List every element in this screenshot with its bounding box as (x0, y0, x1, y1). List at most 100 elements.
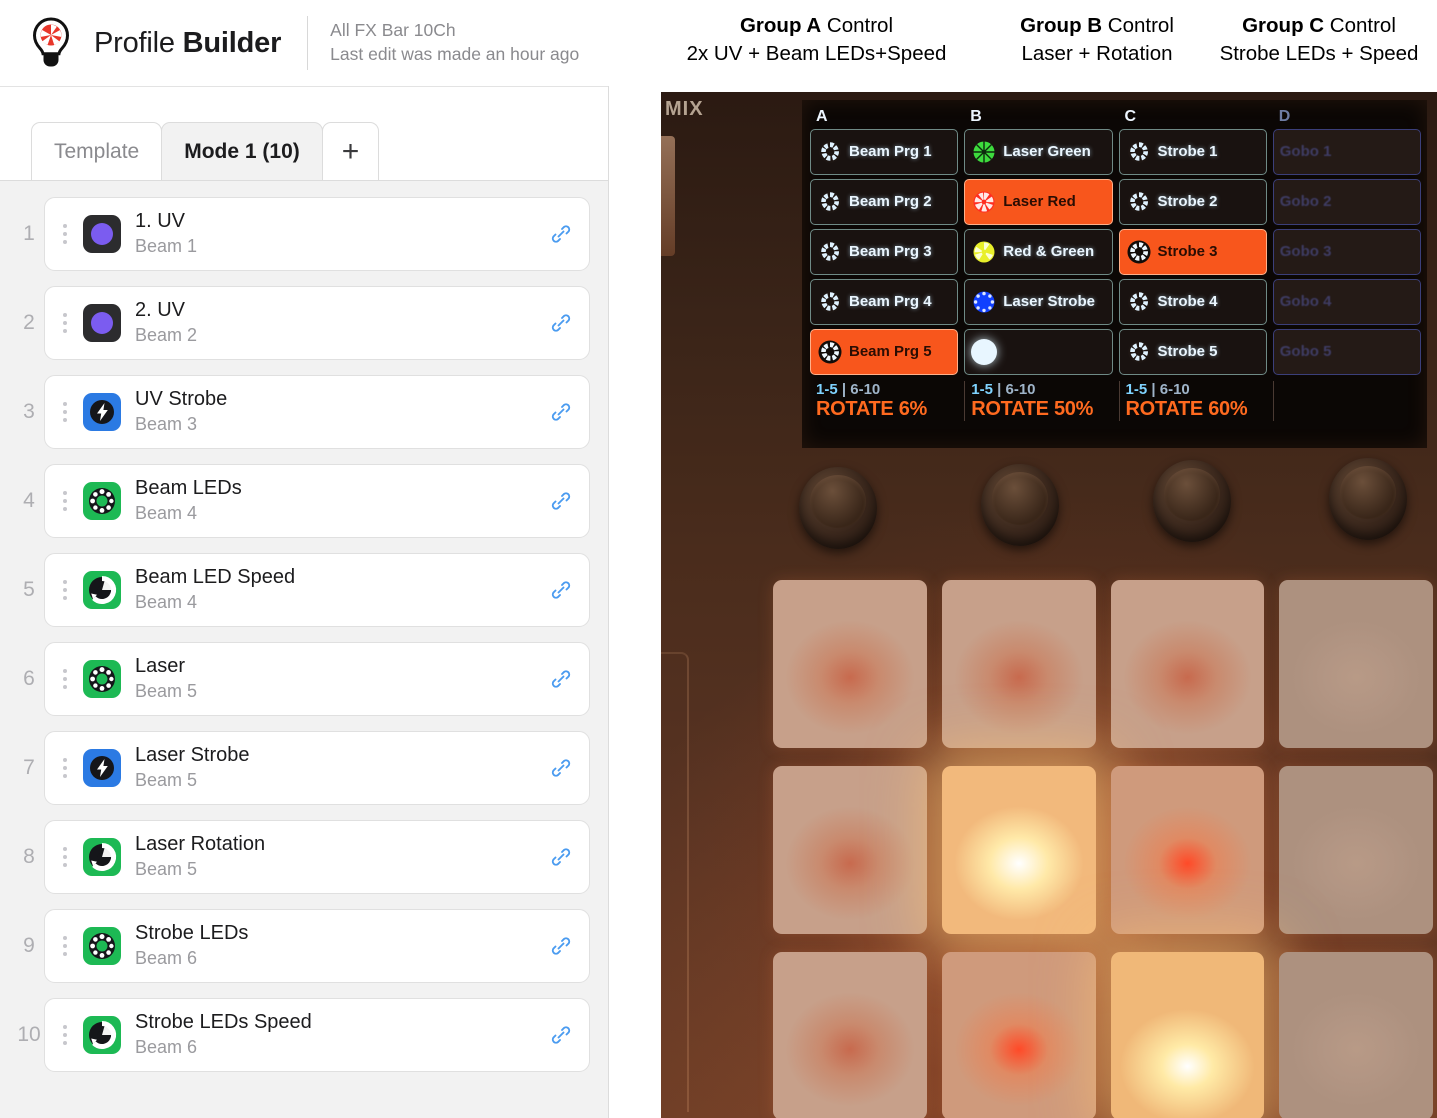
pad-r3c2[interactable] (941, 952, 1096, 1118)
table-row[interactable]: 9 Strobe LEDs Beam 6 (14, 909, 590, 983)
channel-card[interactable]: Beam LED Speed Beam 4 (44, 553, 590, 627)
drag-handle-icon[interactable] (57, 669, 73, 689)
link-icon[interactable] (549, 222, 573, 246)
drag-handle-icon[interactable] (57, 491, 73, 511)
pad-r2c1[interactable] (773, 766, 927, 934)
link-icon[interactable] (549, 311, 573, 335)
drag-handle-icon[interactable] (57, 313, 73, 333)
pad-r3c4[interactable] (1279, 952, 1433, 1118)
knob-1[interactable] (799, 467, 877, 549)
lcd-cell-d2[interactable]: Gobo 2 (1272, 179, 1421, 225)
drag-handle-icon[interactable] (57, 224, 73, 244)
lcd-label-d1: Gobo 1 (1279, 143, 1332, 161)
gobo-icon (819, 141, 841, 163)
drag-handle-icon[interactable] (57, 758, 73, 778)
last-edit-text: Last edit was made an hour ago (330, 44, 580, 64)
pad-r3c3[interactable] (1110, 952, 1265, 1118)
lcd-cell-c2[interactable]: Strobe 2 (1118, 179, 1267, 225)
lcd-cell-a2[interactable]: Beam Prg 2 (810, 179, 959, 225)
channel-card[interactable]: Beam LEDs Beam 4 (44, 464, 590, 538)
knob-3[interactable] (1153, 460, 1231, 542)
table-row[interactable]: 5 Beam LED Speed Beam 4 (14, 553, 590, 627)
pad-r1c2[interactable] (941, 580, 1096, 748)
lcd-cell-a4[interactable]: Beam Prg 4 (810, 279, 959, 325)
drag-handle-icon[interactable] (57, 1025, 73, 1045)
lcd-cell-a1[interactable]: Beam Prg 1 (810, 129, 959, 175)
table-row[interactable]: 3 UV Strobe Beam 3 (14, 375, 590, 449)
drag-handle-icon[interactable] (57, 402, 73, 422)
pad-r1c3[interactable] (1110, 580, 1265, 748)
table-row[interactable]: 2 2. UV Beam 2 (14, 286, 590, 360)
group-c-detail: Strobe LEDs + Speed (1219, 41, 1419, 65)
link-icon[interactable] (549, 756, 573, 780)
lcd-cell-b3[interactable]: Red & Green (964, 229, 1113, 275)
channel-card[interactable]: Strobe LEDs Speed Beam 6 (44, 998, 590, 1072)
lcd-label-b2: Laser Red (1003, 193, 1076, 211)
lcd-cell-c4[interactable]: Strobe 4 (1118, 279, 1267, 325)
channel-card[interactable]: 2. UV Beam 2 (44, 286, 590, 360)
lcd-column-b: Laser Green Laser Red Red & Green Laser … (964, 129, 1113, 379)
lcd-cell-b2[interactable]: Laser Red (964, 179, 1113, 225)
pane-divider (608, 86, 609, 1118)
table-row[interactable]: 8 Laser Rotation Beam 5 (14, 820, 590, 894)
lcd-range-c[interactable]: 1-5 | 6-10 (1126, 381, 1267, 398)
pad-r2c3[interactable] (1110, 766, 1265, 934)
lcd-range-a-selected: 1-5 (816, 381, 838, 398)
channel-card[interactable]: Laser Beam 5 (44, 642, 590, 716)
pad-r1c1[interactable] (773, 580, 927, 748)
link-icon[interactable] (549, 400, 573, 424)
channel-name: Laser Rotation (135, 833, 266, 856)
table-row[interactable]: 7 Laser Strobe Beam 5 (14, 731, 590, 805)
table-row[interactable]: 4 Beam LEDs Beam 4 (14, 464, 590, 538)
gobo-icon (819, 241, 841, 263)
channel-card[interactable]: Laser Rotation Beam 5 (44, 820, 590, 894)
profile-name: All FX Bar 10Ch (330, 20, 456, 41)
lcd-cell-a3[interactable]: Beam Prg 3 (810, 229, 959, 275)
channel-card[interactable]: Strobe LEDs Beam 6 (44, 909, 590, 983)
channel-name: Strobe LEDs (135, 922, 249, 945)
pad-r1c4[interactable] (1279, 580, 1433, 748)
lcd-cell-d4[interactable]: Gobo 4 (1272, 279, 1421, 325)
channel-card[interactable]: Laser Strobe Beam 5 (44, 731, 590, 805)
channel-card[interactable]: 1. UV Beam 1 (44, 197, 590, 271)
lcd-cell-d3[interactable]: Gobo 3 (1272, 229, 1421, 275)
gobo-wheel-icon (83, 482, 121, 520)
table-row[interactable]: 10 Strobe LEDs Speed Beam 6 (14, 998, 590, 1072)
lcd-cell-b5[interactable] (964, 329, 1113, 375)
knob-2[interactable] (981, 464, 1059, 546)
row-index: 7 (23, 756, 35, 779)
drag-handle-icon[interactable] (57, 847, 73, 867)
pad-r2c4[interactable] (1279, 766, 1433, 934)
lcd-range-b[interactable]: 1-5 | 6-10 (971, 381, 1112, 398)
lcd-cell-a5[interactable]: Beam Prg 5 (810, 329, 959, 375)
link-icon[interactable] (549, 1023, 573, 1047)
lcd-cell-d5[interactable]: Gobo 5 (1272, 329, 1421, 375)
link-icon[interactable] (549, 578, 573, 602)
lcd-range-a[interactable]: 1-5 | 6-10 (816, 381, 958, 398)
dmx-controller-photo: MIX A B C D Beam Prg 1 Beam Prg 2 Beam P… (661, 92, 1437, 1118)
knob-4[interactable] (1329, 458, 1407, 540)
lcd-cell-b4[interactable]: Laser Strobe (964, 279, 1113, 325)
add-mode-tab-button[interactable]: + (321, 122, 380, 180)
lcd-cell-c5[interactable]: Strobe 5 (1118, 329, 1267, 375)
pad-r3c1[interactable] (773, 952, 927, 1118)
channel-card[interactable]: UV Strobe Beam 3 (44, 375, 590, 449)
lcd-cell-d1[interactable]: Gobo 1 (1272, 129, 1421, 175)
mix-label: MIX (665, 98, 704, 120)
drag-handle-icon[interactable] (57, 936, 73, 956)
tab-template[interactable]: Template (31, 122, 163, 180)
drag-handle-icon[interactable] (57, 580, 73, 600)
table-row[interactable]: 1 1. UV Beam 1 (14, 197, 590, 271)
lcd-rotate-c: ROTATE 60% (1125, 398, 1248, 420)
table-row[interactable]: 6 Laser Beam 5 (14, 642, 590, 716)
link-icon[interactable] (549, 934, 573, 958)
lcd-cell-b1[interactable]: Laser Green (964, 129, 1113, 175)
link-icon[interactable] (549, 845, 573, 869)
tab-mode-1[interactable]: Mode 1 (10) (161, 122, 323, 180)
link-icon[interactable] (549, 667, 573, 691)
lcd-cell-c3[interactable]: Strobe 3 (1118, 229, 1267, 275)
lcd-label-d5: Gobo 5 (1279, 343, 1332, 361)
pad-r2c2[interactable] (941, 766, 1096, 934)
link-icon[interactable] (549, 489, 573, 513)
lcd-cell-c1[interactable]: Strobe 1 (1118, 129, 1267, 175)
